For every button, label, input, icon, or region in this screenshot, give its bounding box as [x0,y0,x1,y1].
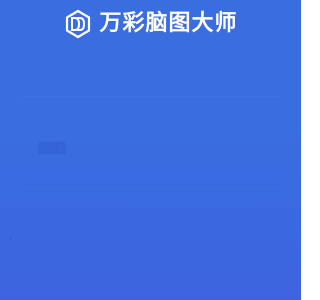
brand-header: 万彩脑图大师 [0,9,301,39]
app-name: 万彩脑图大师 [99,11,238,36]
chevron-left-icon: ‹ [8,228,15,247]
divider [20,96,281,97]
wancai-logo-icon [63,9,93,39]
divider [20,188,281,189]
background-ghost-text: ▇▇▇ [38,140,66,154]
splash-screen: ▇▇▇ ‹ 万彩脑图大师 [0,0,301,300]
